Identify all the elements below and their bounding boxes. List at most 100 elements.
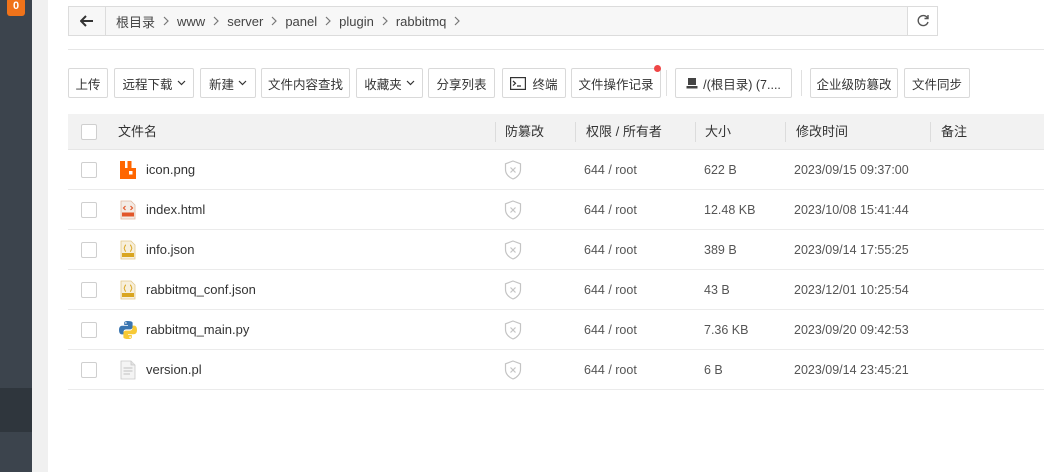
- file-size: 6 B: [704, 363, 723, 377]
- table-row[interactable]: rabbitmq_main.py 644 / root 7.36 KB 2023…: [68, 310, 1044, 350]
- file-modified: 2023/12/01 10:25:54: [794, 283, 909, 297]
- file-size: 7.36 KB: [704, 323, 749, 337]
- row-checkbox[interactable]: [81, 162, 97, 178]
- toolbar-divider: [666, 70, 667, 96]
- refresh-button[interactable]: [907, 7, 937, 35]
- remote-download-label: 远程下载: [122, 77, 173, 92]
- file-permission[interactable]: 644 / root: [584, 270, 637, 310]
- terminal-label: 终端: [532, 77, 558, 92]
- column-header-name[interactable]: 文件名: [118, 114, 157, 150]
- chevron-down-icon: [177, 80, 185, 86]
- table-row[interactable]: version.pl 644 / root 6 B 2023/09/14 23:…: [68, 350, 1044, 390]
- html-file-icon: [120, 200, 136, 220]
- row-checkbox[interactable]: [81, 242, 97, 258]
- json-file-icon: [120, 280, 136, 300]
- back-button[interactable]: [69, 7, 106, 35]
- file-permission[interactable]: 644 / root: [584, 190, 637, 230]
- file-sync-label: 文件同步: [911, 77, 962, 92]
- file-modified: 2023/09/14 23:45:21: [794, 363, 909, 377]
- column-separator: [930, 122, 931, 142]
- file-size: 622 B: [704, 163, 737, 177]
- table-row[interactable]: icon.png 644 / root 622 B 2023/09/15 09:…: [68, 150, 1044, 190]
- chevron-right-icon: [321, 7, 335, 35]
- operation-log-button[interactable]: 文件操作记录: [571, 65, 661, 98]
- content-search-button[interactable]: 文件内容查找: [261, 68, 350, 98]
- shield-off-icon[interactable]: [504, 360, 522, 380]
- notification-badge[interactable]: 0: [7, 0, 25, 16]
- terminal-icon: [510, 76, 527, 90]
- path-bar: 根目录 www server panel plugin rabbitmq: [68, 6, 938, 36]
- row-checkbox[interactable]: [81, 322, 97, 338]
- breadcrumb-item-panel[interactable]: panel: [281, 14, 321, 29]
- file-permission[interactable]: 644 / root: [584, 150, 637, 190]
- content-search-label: 文件内容查找: [267, 77, 343, 92]
- file-permission[interactable]: 644 / root: [584, 310, 637, 350]
- operation-log-label: 文件操作记录: [578, 77, 654, 92]
- breadcrumb-item-server[interactable]: server: [223, 14, 267, 29]
- disk-icon: [686, 78, 698, 89]
- column-header-tamper[interactable]: 防篡改: [505, 114, 544, 150]
- shield-off-icon[interactable]: [504, 200, 522, 220]
- json-file-icon: [120, 240, 136, 260]
- breadcrumb-item-rabbitmq[interactable]: rabbitmq: [392, 14, 451, 29]
- chevron-down-icon: [238, 80, 247, 86]
- column-separator: [785, 122, 786, 142]
- rabbitmq-image-icon: [120, 161, 136, 179]
- column-separator: [495, 122, 496, 142]
- breadcrumb-item-www[interactable]: www: [173, 14, 209, 29]
- chevron-right-icon: [209, 7, 223, 35]
- column-header-size[interactable]: 大小: [705, 114, 731, 150]
- file-name[interactable]: info.json: [146, 230, 194, 270]
- file-permission[interactable]: 644 / root: [584, 230, 637, 270]
- shield-off-icon[interactable]: [504, 320, 522, 340]
- table-header: 文件名 防篡改 权限 / 所有者 大小 修改时间 备注: [68, 114, 1044, 150]
- table-row[interactable]: info.json 644 / root 389 B 2023/09/14 17…: [68, 230, 1044, 270]
- file-name[interactable]: rabbitmq_conf.json: [146, 270, 256, 310]
- favorites-button[interactable]: 收藏夹: [356, 68, 423, 98]
- row-checkbox[interactable]: [81, 282, 97, 298]
- chevron-right-icon: [159, 7, 173, 35]
- file-name[interactable]: version.pl: [146, 350, 202, 390]
- share-list-label: 分享列表: [436, 77, 487, 92]
- breadcrumb-item-root[interactable]: 根目录: [112, 12, 159, 31]
- enterprise-tamper-label: 企业级防篡改: [816, 77, 892, 92]
- file-size: 389 B: [704, 243, 737, 257]
- sidebar-active-item[interactable]: [0, 388, 32, 432]
- row-checkbox[interactable]: [81, 202, 97, 218]
- disk-button[interactable]: /(根目录) (7....: [675, 68, 792, 98]
- chevron-right-icon: [378, 7, 392, 35]
- text-file-icon: [120, 360, 136, 380]
- new-label: 新建: [208, 77, 234, 92]
- column-header-permission[interactable]: 权限 / 所有者: [586, 114, 662, 150]
- toolbar-divider: [801, 70, 802, 96]
- breadcrumb-item-plugin[interactable]: plugin: [335, 14, 378, 29]
- refresh-icon: [917, 14, 929, 27]
- table-row[interactable]: rabbitmq_conf.json 644 / root 43 B 2023/…: [68, 270, 1044, 310]
- row-checkbox[interactable]: [81, 362, 97, 378]
- file-size: 12.48 KB: [704, 203, 756, 217]
- column-separator: [695, 122, 696, 142]
- sidebar: 0: [0, 0, 32, 472]
- terminal-button[interactable]: 终端: [502, 68, 566, 98]
- file-name[interactable]: rabbitmq_main.py: [146, 310, 249, 350]
- column-header-modified[interactable]: 修改时间: [796, 114, 848, 150]
- enterprise-tamper-button[interactable]: 企业级防篡改: [810, 68, 898, 98]
- shield-off-icon[interactable]: [504, 280, 522, 300]
- file-modified: 2023/10/08 15:41:44: [794, 203, 909, 217]
- remote-download-button[interactable]: 远程下载: [114, 68, 194, 98]
- table-row[interactable]: index.html 644 / root 12.48 KB 2023/10/0…: [68, 190, 1044, 230]
- shield-off-icon[interactable]: [504, 240, 522, 260]
- file-name[interactable]: icon.png: [146, 150, 195, 190]
- share-list-button[interactable]: 分享列表: [428, 68, 495, 98]
- upload-button[interactable]: 上传: [68, 68, 108, 98]
- select-all-checkbox[interactable]: [81, 124, 97, 140]
- favorites-label: 收藏夹: [364, 77, 402, 92]
- file-name[interactable]: index.html: [146, 190, 205, 230]
- file-modified: 2023/09/20 09:42:53: [794, 323, 909, 337]
- file-size: 43 B: [704, 283, 730, 297]
- file-permission[interactable]: 644 / root: [584, 350, 637, 390]
- shield-off-icon[interactable]: [504, 160, 522, 180]
- chevron-right-icon: [267, 7, 281, 35]
- new-button[interactable]: 新建: [200, 68, 256, 98]
- file-sync-button[interactable]: 文件同步: [904, 68, 970, 98]
